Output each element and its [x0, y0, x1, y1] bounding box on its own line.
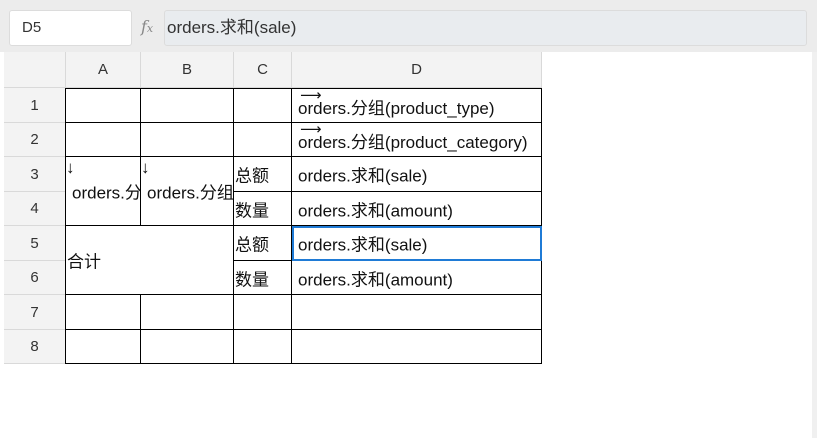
cell-c5[interactable]: 总额 — [234, 226, 292, 261]
spreadsheet-grid: A B C D 1 2 3 4 5 6 7 8 ⟶ orders.分组(prod… — [0, 52, 817, 438]
column-header-b[interactable]: B — [141, 52, 234, 88]
cell-a5[interactable]: 合计 — [66, 226, 234, 295]
cell-d2-text: orders.分组(product_category) — [298, 133, 528, 152]
cell-c6[interactable]: 数量 — [234, 261, 292, 295]
cell-d6[interactable]: orders.求和(amount) — [292, 261, 542, 295]
row-header-2[interactable]: 2 — [4, 123, 66, 157]
cell-d5[interactable]: orders.求和(sale) — [292, 226, 542, 261]
cell-c1[interactable] — [234, 89, 292, 123]
cell-a3[interactable]: ↓ orders.分组 — [66, 157, 141, 226]
cell-d4[interactable]: orders.求和(amount) — [292, 192, 542, 226]
arrow-down-icon: ↓ — [141, 158, 150, 177]
cell-a8[interactable] — [66, 330, 141, 364]
cell-d4-text: orders.求和(amount) — [298, 201, 453, 220]
cell-a7[interactable] — [66, 295, 141, 330]
cell-c3[interactable]: 总额 — [234, 157, 292, 192]
cell-b8[interactable] — [141, 330, 234, 364]
cell-d3[interactable]: orders.求和(sale) — [292, 157, 542, 192]
cell-d6-text: orders.求和(amount) — [298, 270, 453, 289]
row-header-3[interactable]: 3 — [4, 157, 66, 192]
cell-c6-text: 数量 — [235, 270, 269, 289]
cell-d5-text: orders.求和(sale) — [298, 235, 428, 255]
cell-c4[interactable]: 数量 — [234, 192, 292, 226]
cell-c3-text: 总额 — [235, 166, 269, 186]
name-box[interactable]: D5 — [9, 10, 132, 46]
cell-c2[interactable] — [234, 123, 292, 157]
formula-input[interactable]: orders.求和(sale) — [164, 10, 807, 46]
cell-b7[interactable] — [141, 295, 234, 330]
cell-d8[interactable] — [292, 330, 542, 364]
arrow-down-icon: ↓ — [66, 158, 75, 177]
row-header-8[interactable]: 8 — [4, 330, 66, 364]
cell-a1[interactable] — [66, 89, 141, 123]
cell-c4-text: 数量 — [235, 201, 269, 220]
row-header-7[interactable]: 7 — [4, 295, 66, 330]
scrollbar-track[interactable] — [812, 52, 817, 438]
cell-c5-text: 总额 — [235, 235, 269, 255]
cell-b2[interactable] — [141, 123, 234, 157]
row-header-5[interactable]: 5 — [4, 226, 66, 261]
cell-c7[interactable] — [234, 295, 292, 330]
formula-bar: D5 fx orders.求和(sale) — [0, 0, 817, 52]
row-header-6[interactable]: 6 — [4, 261, 66, 295]
column-header-c[interactable]: C — [234, 52, 292, 88]
cell-b3[interactable]: ↓ orders.分组 — [141, 157, 234, 226]
cell-a2[interactable] — [66, 123, 141, 157]
cell-b1[interactable] — [141, 89, 234, 123]
cell-a5-text: 合计 — [67, 252, 101, 272]
cell-c8[interactable] — [234, 330, 292, 364]
cell-d3-text: orders.求和(sale) — [298, 166, 428, 186]
column-header-a[interactable]: A — [66, 52, 141, 88]
row-header-4[interactable]: 4 — [4, 192, 66, 226]
cell-b3-text: orders.分组 — [147, 183, 234, 203]
cell-d7[interactable] — [292, 295, 542, 330]
cell-d1[interactable]: ⟶ orders.分组(product_type) — [292, 89, 542, 123]
function-icon[interactable]: fx — [141, 17, 153, 36]
corner-header[interactable] — [4, 52, 66, 88]
cell-a3-text: orders.分组 — [72, 183, 141, 203]
row-header-1[interactable]: 1 — [4, 88, 66, 123]
column-header-d[interactable]: D — [292, 52, 542, 88]
cell-d2[interactable]: ⟶ orders.分组(product_category) — [292, 123, 542, 157]
cell-d1-text: orders.分组(product_type) — [298, 99, 495, 118]
